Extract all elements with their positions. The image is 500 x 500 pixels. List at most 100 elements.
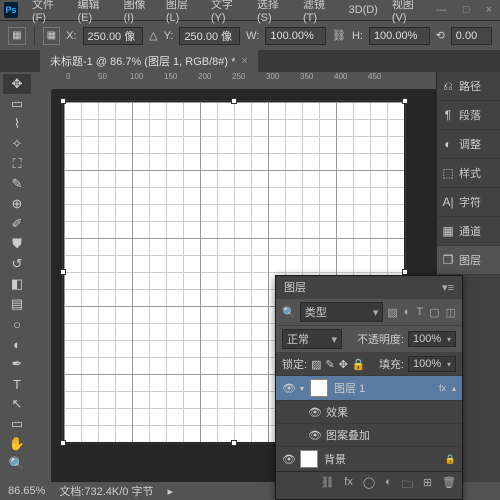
menu-3d[interactable]: 3D(D) [343, 2, 384, 18]
effect-pattern-overlay[interactable]: 👁 图案叠加 [276, 423, 462, 446]
mask-icon[interactable]: ◯ [363, 476, 375, 495]
menu-select[interactable]: 选择(S) [251, 0, 295, 26]
gradient-tool[interactable]: ▤ [3, 294, 31, 314]
layers-panel-header[interactable]: 图层 ▾≡ [276, 276, 462, 298]
rotation-input[interactable]: 0.00 [451, 27, 492, 45]
y-input[interactable]: 250.00 像 [179, 27, 240, 45]
fill-input[interactable]: 100% [408, 356, 456, 372]
h-input[interactable]: 100.00% [369, 27, 430, 45]
panel-paragraph[interactable]: ¶段落 [437, 101, 500, 130]
doc-info[interactable]: 文档:732.4K/0 字节 [59, 483, 153, 499]
adjustments-icon: ◐ [441, 137, 455, 151]
blend-mode-dropdown[interactable]: 正常 [282, 329, 342, 349]
fx-button-icon[interactable]: fx [344, 476, 353, 495]
minimize-icon[interactable]: — [432, 4, 451, 16]
menu-layer[interactable]: 图层(L) [160, 0, 203, 26]
panel-adjustments[interactable]: ◐调整 [437, 130, 500, 159]
history-brush-tool[interactable]: ↺ [3, 254, 31, 274]
type-tool[interactable]: T [3, 374, 31, 394]
eraser-tool[interactable]: ◧ [3, 274, 31, 294]
transform-tool-icon[interactable]: ▦ [8, 27, 26, 45]
menu-file[interactable]: 文件(F) [26, 0, 70, 26]
link-wh-icon[interactable]: ⛓ [332, 29, 346, 42]
stamp-tool[interactable]: ⛊ [3, 234, 31, 254]
menu-type[interactable]: 文字(Y) [205, 0, 249, 26]
swap-xy-icon[interactable]: △ [149, 29, 157, 42]
move-tool[interactable]: ✥ [3, 74, 31, 94]
x-input[interactable]: 250.00 像 [83, 27, 144, 45]
layer-item[interactable]: 👁 ▾ 图层 1 fx ▴ [276, 375, 462, 400]
handle-bottom-center[interactable] [231, 440, 237, 446]
ruler-horizontal[interactable]: 0 50 100 150 200 250 300 350 400 450 [52, 72, 436, 90]
layer-item[interactable]: 👁 背景 🔒 [276, 446, 462, 471]
link-layers-icon[interactable]: ⛓ [320, 476, 334, 495]
delete-icon[interactable]: 🗑 [442, 476, 456, 495]
group-icon[interactable]: 🗀 [402, 476, 413, 495]
blur-tool[interactable]: ○ [3, 314, 31, 334]
layer-name[interactable]: 背景 [324, 451, 346, 467]
brush-tool[interactable]: ✐ [3, 214, 31, 234]
lasso-tool[interactable]: ⌇ [3, 114, 31, 134]
status-arrow-icon[interactable]: ▸ [167, 485, 173, 498]
hand-tool[interactable]: ✋ [3, 434, 31, 454]
w-input[interactable]: 100.00% [265, 27, 326, 45]
path-tool[interactable]: ↖ [3, 394, 31, 414]
dodge-tool[interactable]: ◐ [3, 334, 31, 354]
marquee-tool[interactable]: ▭ [3, 94, 31, 114]
panel-styles[interactable]: ⬚样式 [437, 159, 500, 188]
filter-smart-icon[interactable]: ◫ [446, 306, 456, 319]
maximize-icon[interactable]: □ [459, 4, 474, 16]
panel-layers[interactable]: ❐图层 [437, 246, 500, 275]
filter-pixel-icon[interactable]: ▨ [387, 306, 397, 319]
handle-bottom-left[interactable] [60, 440, 66, 446]
menu-view[interactable]: 视图(V) [386, 0, 430, 26]
opacity-input[interactable]: 100% [408, 331, 456, 347]
visibility-icon[interactable]: 👁 [308, 406, 320, 419]
adjustment-icon[interactable]: ◐ [385, 476, 392, 495]
reference-point-icon[interactable]: ▦ [43, 27, 61, 45]
shape-tool[interactable]: ▭ [3, 414, 31, 434]
eyedropper-tool[interactable]: ✎ [3, 174, 31, 194]
panel-character[interactable]: A|字符 [437, 188, 500, 217]
tab-close-icon[interactable]: × [241, 55, 247, 67]
lock-position-icon[interactable]: ✥ [339, 358, 348, 371]
layer-name[interactable]: 图层 1 [334, 380, 365, 396]
filter-shape-icon[interactable]: ▢ [429, 306, 439, 319]
visibility-icon[interactable]: 👁 [282, 382, 294, 395]
magic-wand-tool[interactable]: ✧ [3, 134, 31, 154]
filter-type-icon[interactable]: T [416, 306, 423, 319]
handle-top-right[interactable] [402, 98, 408, 104]
fx-expand-icon[interactable]: ▴ [452, 384, 456, 393]
ruler-vertical[interactable] [34, 90, 52, 482]
visibility-icon[interactable]: 👁 [282, 453, 294, 466]
panel-channels[interactable]: ▦通道 [437, 217, 500, 246]
handle-left-center[interactable] [60, 269, 66, 275]
crop-tool[interactable]: ⛶ [3, 154, 31, 174]
panel-paths[interactable]: ⎌路径 [437, 72, 500, 101]
layers-panel[interactable]: 图层 ▾≡ 🔍 类型 ▨ ◐ T ▢ ◫ 正常 不透明度: 100% 锁定: ▨… [275, 275, 463, 500]
zoom-level[interactable]: 86.65% [8, 485, 45, 497]
menu-image[interactable]: 图像(I) [118, 0, 158, 26]
lock-transparent-icon[interactable]: ▨ [311, 358, 321, 371]
panel-menu-icon[interactable]: ▾≡ [442, 281, 454, 294]
visibility-icon[interactable]: 👁 [308, 429, 320, 442]
filter-adjust-icon[interactable]: ◐ [404, 306, 411, 319]
fx-badge[interactable]: fx [439, 383, 446, 393]
pen-tool[interactable]: ✒ [3, 354, 31, 374]
lock-all-icon[interactable]: 🔒 [352, 358, 366, 371]
handle-top-center[interactable] [231, 98, 237, 104]
expand-icon[interactable]: ▾ [300, 384, 304, 393]
effects-row[interactable]: 👁 效果 [276, 400, 462, 423]
filter-type-dropdown[interactable]: 类型 [300, 302, 384, 322]
layer-thumbnail[interactable] [310, 379, 328, 397]
lock-brush-icon[interactable]: ✎ [325, 358, 334, 371]
handle-top-left[interactable] [60, 98, 66, 104]
menu-filter[interactable]: 滤镜(T) [297, 0, 341, 26]
menu-edit[interactable]: 编辑(E) [72, 0, 116, 26]
layer-thumbnail[interactable] [300, 450, 318, 468]
healing-tool[interactable]: ⊕ [3, 194, 31, 214]
new-layer-icon[interactable]: ⊞ [423, 476, 432, 495]
zoom-tool[interactable]: 🔍 [3, 454, 31, 474]
close-icon[interactable]: × [482, 4, 496, 16]
document-tab[interactable]: 未标题-1 @ 86.7% (图层 1, RGB/8#) * × [40, 50, 258, 72]
